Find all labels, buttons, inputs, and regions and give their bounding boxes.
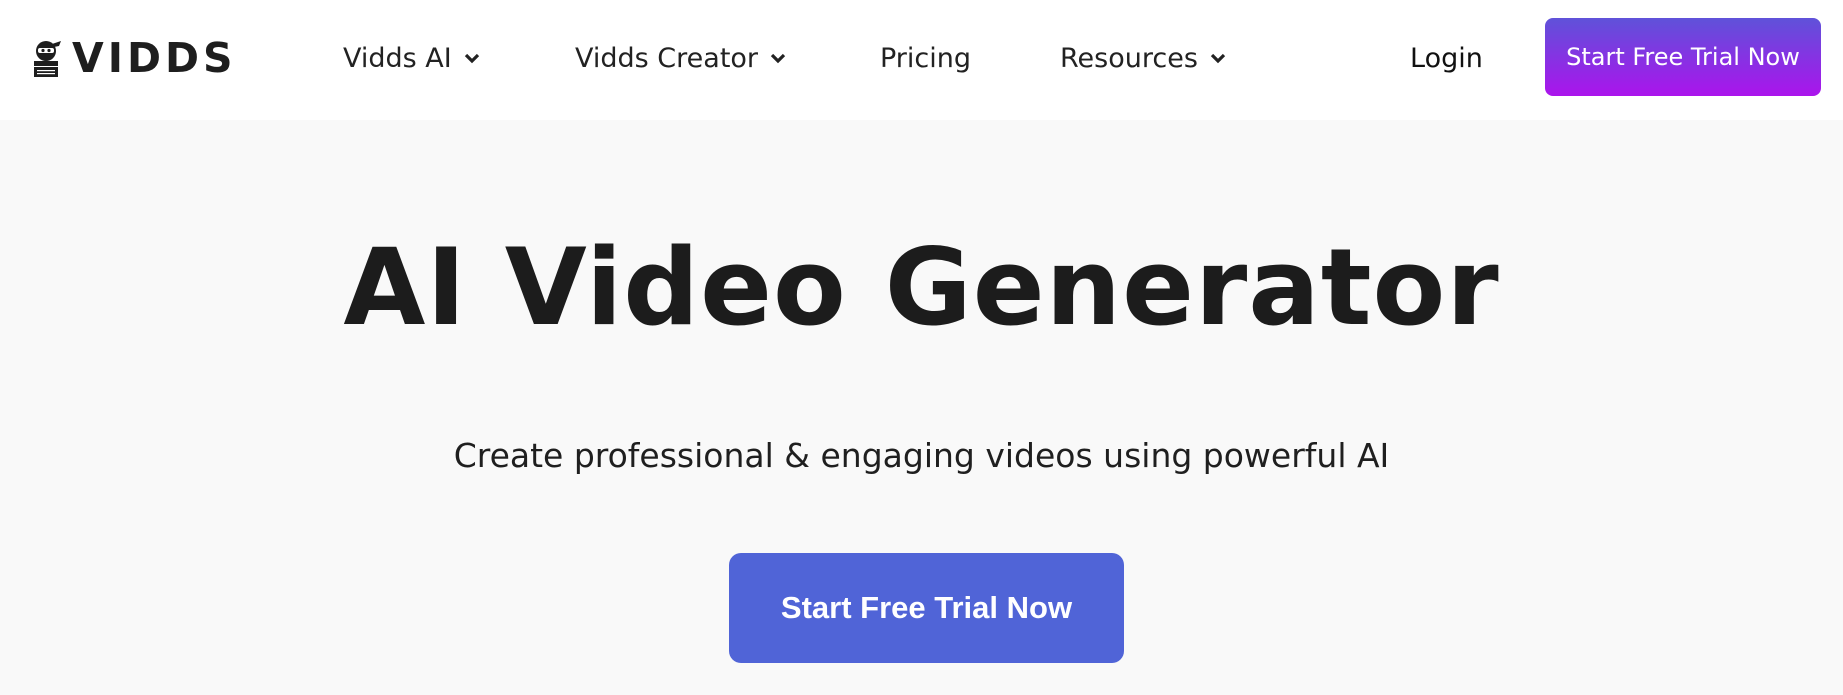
- nav-item-label: Resources: [1060, 42, 1198, 74]
- nav-item-vidds-ai[interactable]: Vidds AI: [343, 38, 480, 78]
- nav-item-vidds-creator[interactable]: Vidds Creator: [575, 38, 786, 78]
- ninja-clapperboard-icon: [34, 41, 61, 77]
- nav-item-resources[interactable]: Resources: [1060, 38, 1226, 78]
- site-header: VIDDS Vidds AI Vidds Creator Pricing Res…: [0, 0, 1843, 120]
- start-free-trial-header-button[interactable]: Start Free Trial Now: [1545, 18, 1821, 96]
- start-free-trial-hero-button[interactable]: Start Free Trial Now: [729, 553, 1124, 663]
- nav-item-pricing[interactable]: Pricing: [880, 38, 971, 78]
- nav-item-label: Pricing: [880, 42, 972, 74]
- hero-subtitle: Create professional & engaging videos us…: [453, 436, 1390, 475]
- login-link[interactable]: Login: [1410, 38, 1483, 78]
- chevron-down-icon: [1210, 53, 1226, 64]
- hero-title: AI Video Generator: [343, 226, 1500, 349]
- nav-item-label: Vidds Creator: [575, 42, 759, 74]
- logo[interactable]: VIDDS: [32, 36, 237, 80]
- chevron-down-icon: [770, 53, 786, 64]
- nav-item-label: Vidds AI: [343, 42, 452, 74]
- chevron-down-icon: [464, 53, 479, 64]
- logo-text: VIDDS: [72, 34, 237, 82]
